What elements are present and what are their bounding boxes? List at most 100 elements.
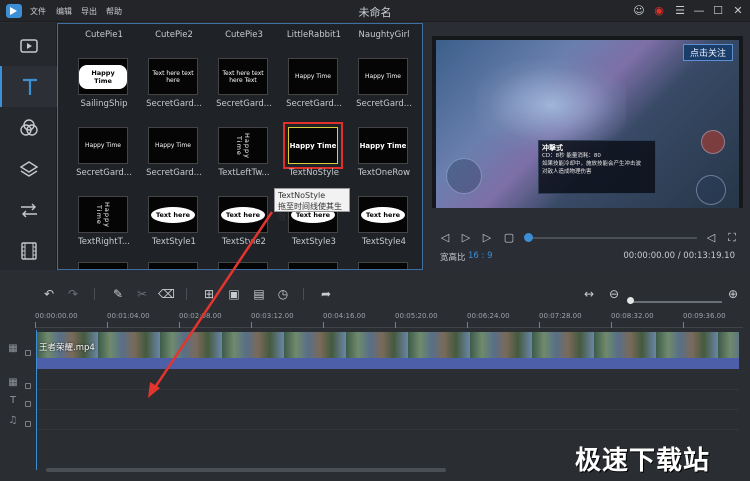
zoom-slider-track[interactable]: [632, 301, 722, 303]
lib-label[interactable]: NaughtyGirl: [349, 30, 419, 40]
text-style-thumb[interactable]: [358, 262, 408, 269]
fit-width-icon[interactable]: ↔: [581, 286, 597, 302]
lock-icon[interactable]: [25, 350, 31, 356]
divider: [303, 288, 304, 300]
lib-label[interactable]: TextRightT...: [69, 237, 139, 247]
timeline-scrollbar[interactable]: [46, 468, 446, 472]
next-frame-icon[interactable]: ▷: [480, 231, 494, 245]
stop-icon[interactable]: ▢: [502, 231, 516, 245]
video-clip[interactable]: 王者荣耀.mp4: [36, 332, 739, 369]
play-icon[interactable]: ▷: [459, 231, 473, 245]
lib-label[interactable]: TextStyle4: [349, 237, 419, 247]
progress-knob[interactable]: [524, 233, 533, 242]
lib-label[interactable]: CutePie1: [69, 30, 139, 40]
time-ruler[interactable]: 00:00:00.00 00:01:04.00 00:02:08.00 00:0…: [35, 312, 743, 328]
text-style-thumb-selected[interactable]: Happy Time: [283, 122, 343, 169]
film-icon: [20, 241, 37, 260]
fullscreen-icon[interactable]: ⛶: [725, 231, 739, 245]
user-icon[interactable]: ☺: [632, 4, 646, 18]
maximize-icon[interactable]: ☐: [711, 4, 725, 18]
lib-label[interactable]: TextStyle3: [279, 237, 349, 247]
text-style-thumb[interactable]: Happy Time: [218, 127, 268, 164]
zoom-out-icon[interactable]: ⊖: [606, 286, 622, 302]
lib-label[interactable]: SecretGard...: [69, 168, 139, 178]
lib-label[interactable]: SecretGard...: [139, 168, 209, 178]
text-lane[interactable]: [36, 390, 739, 410]
playhead[interactable]: [36, 330, 37, 470]
delete-icon[interactable]: ⌫: [158, 286, 175, 302]
text-style-thumb[interactable]: Happy Time: [288, 58, 338, 95]
text-style-thumb[interactable]: Text here text here Text: [218, 58, 268, 95]
lib-label[interactable]: SecretGard...: [209, 99, 279, 109]
text-style-thumb[interactable]: Text here: [148, 196, 198, 233]
duration-clock-icon[interactable]: ◷: [275, 286, 291, 302]
edit-pencil-icon[interactable]: ✎: [110, 286, 126, 302]
time-display: 00:00:00.00 / 00:13:19.10: [623, 251, 735, 261]
menu-file[interactable]: 文件: [30, 6, 46, 17]
game-joystick: [446, 158, 482, 194]
menu-edit[interactable]: 编辑: [56, 6, 72, 17]
text-style-thumb[interactable]: [78, 262, 128, 269]
zoom-slider-knob[interactable]: [627, 297, 634, 304]
prev-frame-icon[interactable]: ◁: [438, 231, 452, 245]
lib-label[interactable]: SecretGard...: [139, 99, 209, 109]
sidebar-item-transitions[interactable]: [0, 189, 57, 230]
zoom-in-icon[interactable]: ⊕: [725, 286, 741, 302]
lib-label[interactable]: CutePie2: [139, 30, 209, 40]
thumb-text: Text here text here: [152, 69, 194, 84]
lib-label[interactable]: TextOneRow: [349, 168, 419, 178]
divider: [94, 288, 95, 300]
player-controls: ◁ ▷ ▷ ▢ ◁ ⛶ 宽高比 16 : 9 00:00:00.00 / 00:…: [432, 223, 743, 263]
crop-icon[interactable]: ⊞: [201, 286, 217, 302]
lib-label[interactable]: LittleRabbit1: [279, 30, 349, 40]
video-preview[interactable]: 点击关注 冲撃式 CD：8秒 能量消耗：80 如果技能冷却中，施放技能会产生冲击…: [436, 40, 739, 208]
close-icon[interactable]: ✕: [731, 4, 745, 18]
text-style-thumb[interactable]: [288, 262, 338, 269]
text-style-thumb[interactable]: Text here text here: [148, 58, 198, 95]
lib-label[interactable]: TextStyle1: [139, 237, 209, 247]
progress-track[interactable]: [527, 237, 697, 239]
menu-icon[interactable]: ☰: [673, 4, 687, 18]
lock-icon[interactable]: [25, 421, 31, 427]
scissors-icon[interactable]: ✂: [134, 286, 150, 302]
text-style-thumb[interactable]: Happy Time: [78, 58, 128, 95]
minimize-icon[interactable]: —: [692, 4, 706, 18]
lib-label[interactable]: TextNoStyle: [279, 168, 349, 178]
lib-label[interactable]: TextLeftTw...: [209, 168, 279, 178]
lib-label[interactable]: SailingShip: [69, 99, 139, 109]
text-style-thumb[interactable]: Text here: [218, 196, 268, 233]
sidebar-item-overlays[interactable]: [0, 148, 57, 189]
overlay-lane[interactable]: [36, 370, 739, 390]
lock-icon[interactable]: [25, 401, 31, 407]
text-style-thumb[interactable]: Text here: [358, 196, 408, 233]
text-style-thumb[interactable]: [218, 262, 268, 269]
text-style-thumb[interactable]: Happy Time: [78, 127, 128, 164]
lib-label[interactable]: SecretGard...: [349, 99, 419, 109]
timeline-toolbar: ↶ ↷ ✎ ✂ ⌫ ⊞ ▣ ▤ ◷ ➦ ↔ ⊖ ⊕: [0, 280, 750, 306]
volume-icon[interactable]: ◁: [704, 231, 718, 245]
sidebar-item-elements[interactable]: [0, 230, 57, 271]
ruler-tick: 00:07:28.00: [539, 312, 582, 328]
lib-label[interactable]: SecretGard...: [279, 99, 349, 109]
sidebar-item-filters[interactable]: [0, 107, 57, 148]
menu-export[interactable]: 导出: [81, 6, 97, 17]
lock-icon[interactable]: [25, 383, 31, 389]
gift-icon[interactable]: ◉: [652, 4, 666, 18]
menu-help[interactable]: 帮助: [106, 6, 122, 17]
lib-label[interactable]: CutePie3: [209, 30, 279, 40]
text-style-thumb[interactable]: Happy Time: [358, 58, 408, 95]
lib-label[interactable]: TextStyle2: [209, 237, 279, 247]
text-style-thumb[interactable]: Happy Time: [78, 196, 128, 233]
export-icon[interactable]: ➦: [318, 286, 334, 302]
redo-icon[interactable]: ↷: [65, 286, 81, 302]
mosaic-icon[interactable]: ▣: [226, 286, 242, 302]
text-style-thumb[interactable]: [148, 262, 198, 269]
text-style-thumb[interactable]: Happy Time: [148, 127, 198, 164]
aspect-ratio-value[interactable]: 16 : 9: [468, 251, 493, 261]
music-lane[interactable]: [36, 410, 739, 430]
sidebar-item-text[interactable]: [0, 66, 57, 107]
sidebar-item-media[interactable]: [0, 25, 57, 66]
text-style-thumb[interactable]: Happy Time: [358, 127, 408, 164]
undo-icon[interactable]: ↶: [41, 286, 57, 302]
split-icon[interactable]: ▤: [251, 286, 267, 302]
